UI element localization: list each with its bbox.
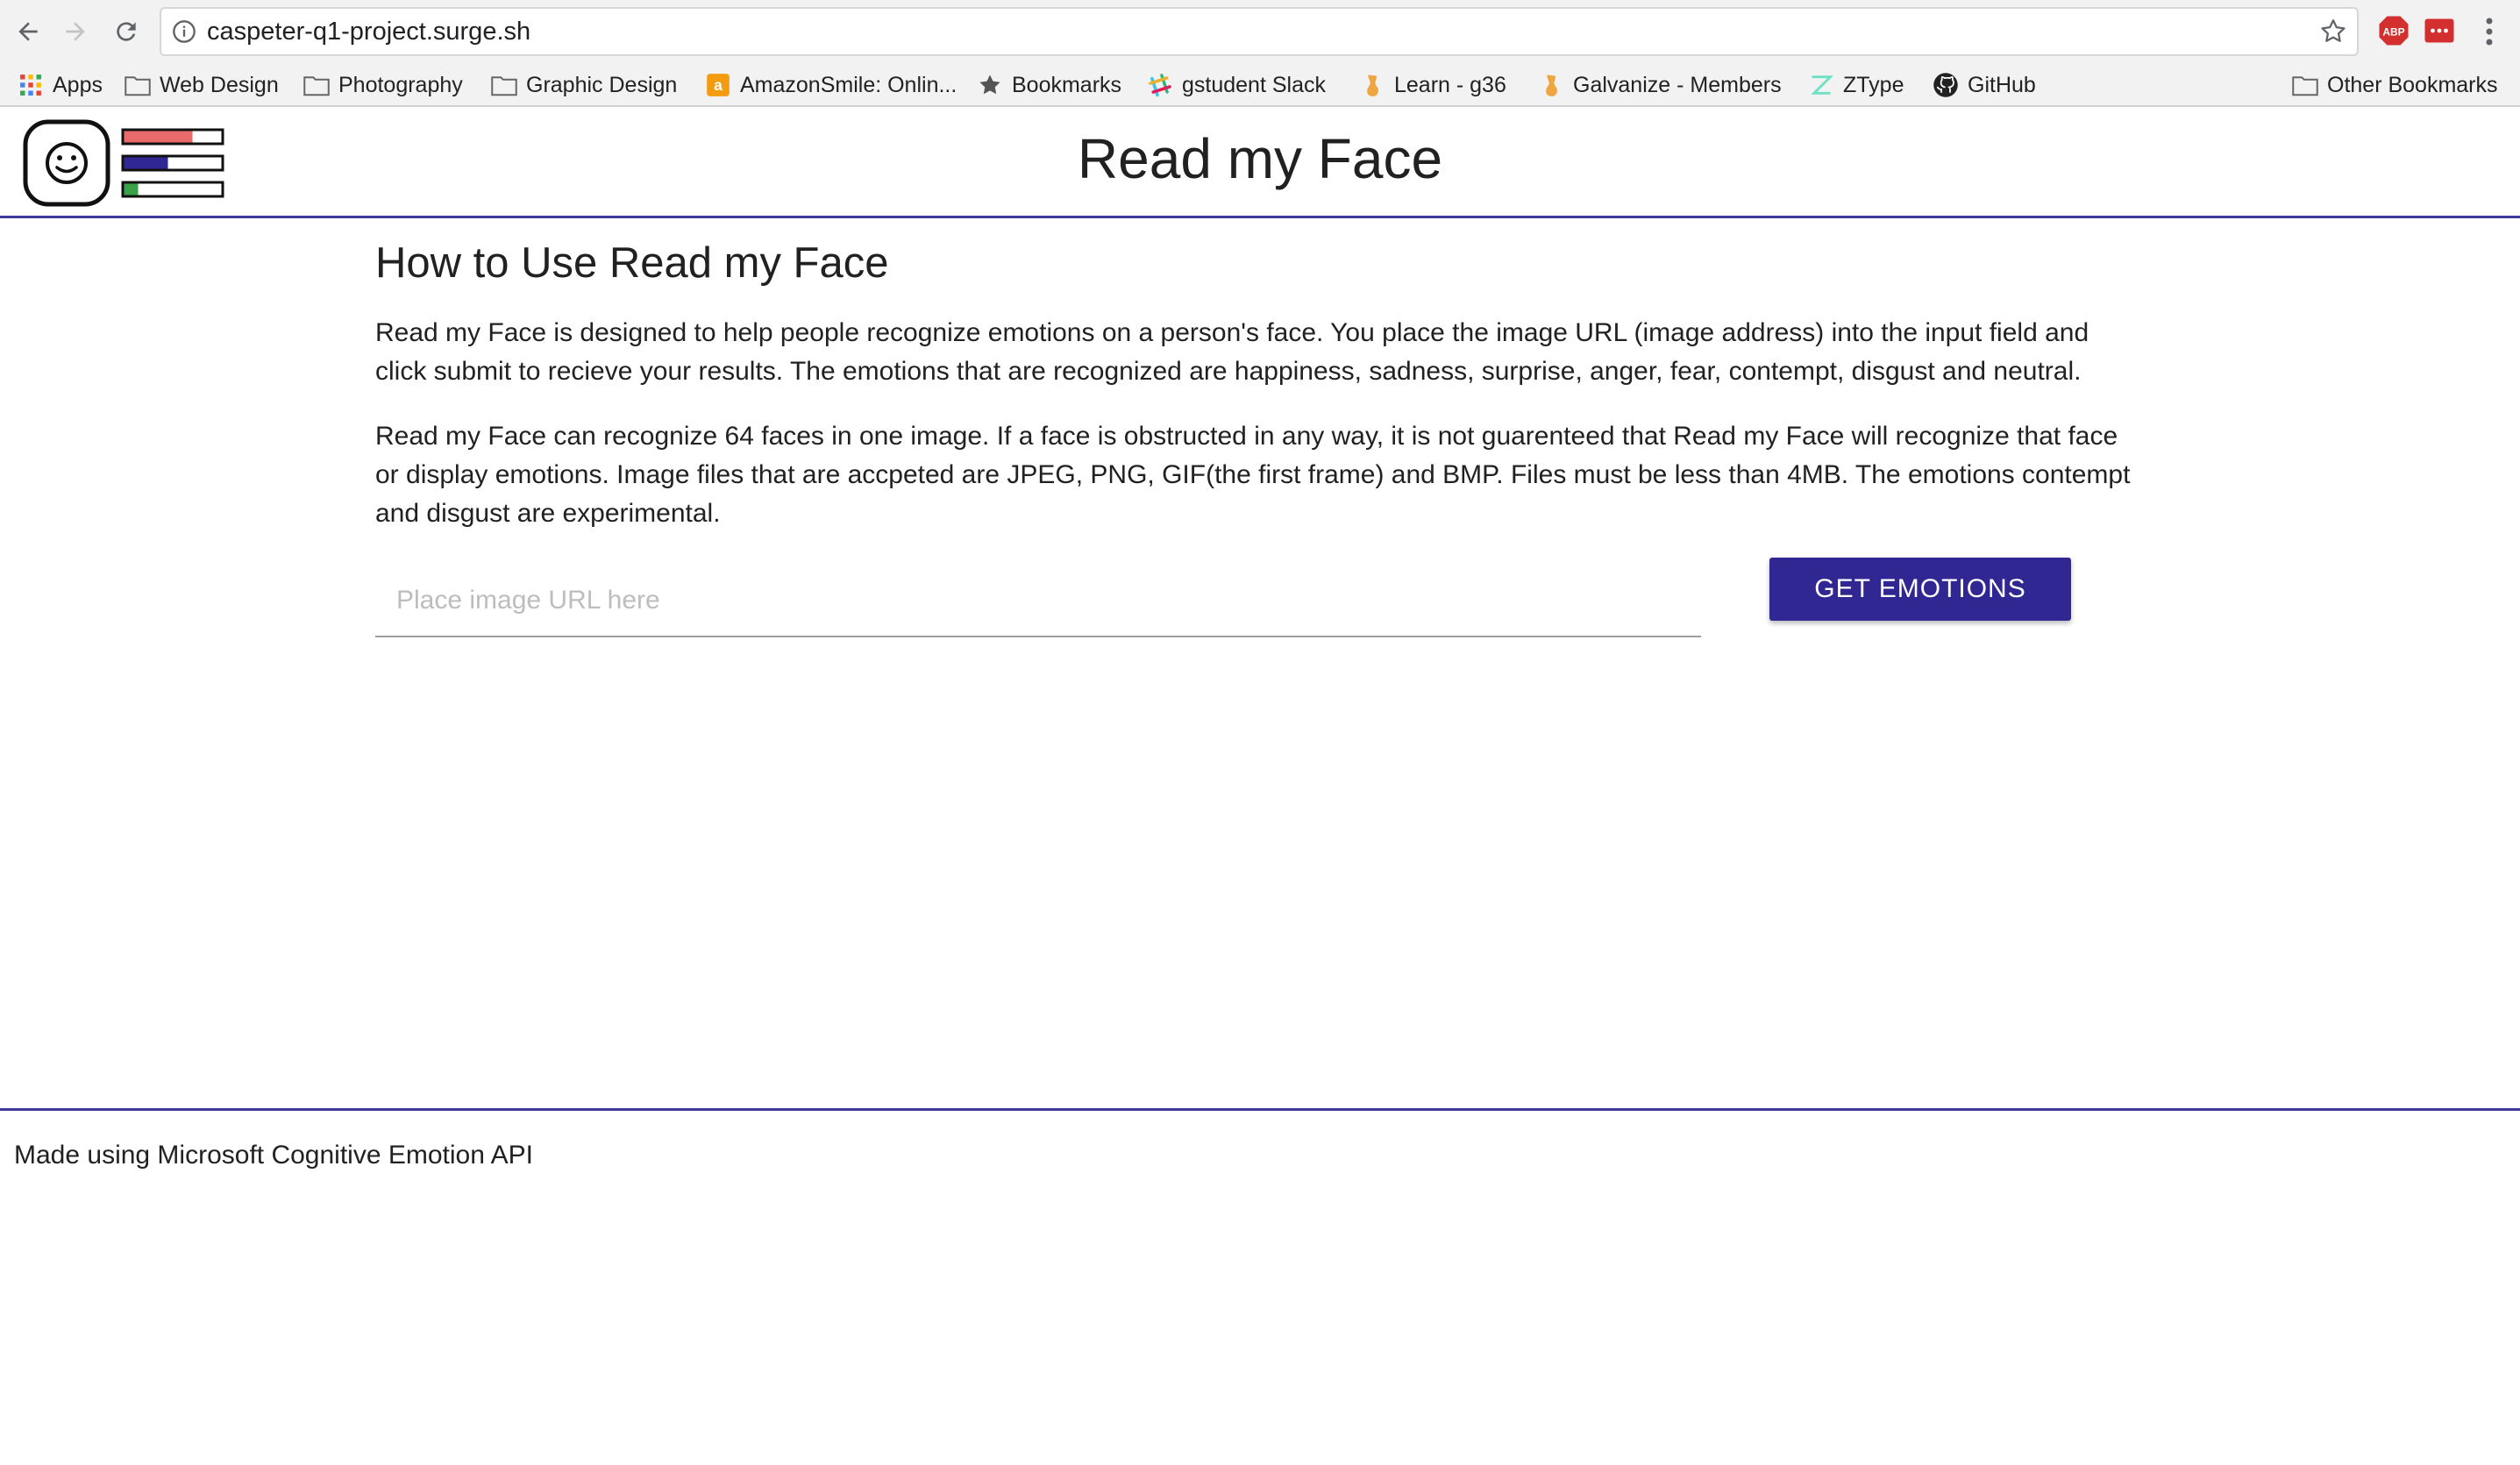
- bookmark-label: gstudent Slack: [1182, 72, 1326, 97]
- bookmark-learn-g36[interactable]: Learn - g36: [1359, 65, 1506, 105]
- ztype-icon: [1808, 72, 1834, 98]
- forward-arrow-icon: [66, 22, 85, 41]
- address-bar[interactable]: caspeter-q1-project.surge.sh: [160, 7, 2359, 56]
- reload-button[interactable]: [103, 9, 149, 54]
- lastpass-extension-icon[interactable]: [2424, 15, 2455, 46]
- footer-text: Made using Microsoft Cognitive Emotion A…: [14, 1141, 533, 1170]
- folder-icon: [2292, 72, 2318, 98]
- site-header: Read my Face: [0, 107, 2520, 218]
- bookmark-folder-photography[interactable]: Photography: [303, 65, 463, 105]
- slack-icon: [1147, 72, 1173, 98]
- bookmark-label: Graphic Design: [526, 72, 678, 97]
- bookmark-label: Web Design: [160, 72, 279, 97]
- bookmark-apps[interactable]: Apps: [18, 65, 103, 105]
- reload-icon: [117, 22, 136, 41]
- details-paragraph: Read my Face can recognize 64 faces in o…: [375, 422, 2131, 528]
- info-icon: [173, 20, 196, 43]
- bookmark-label: AmazonSmile: Onlin...: [740, 72, 957, 97]
- svg-text:ABP: ABP: [2382, 25, 2404, 38]
- galvanize-icon: [1359, 72, 1385, 98]
- back-arrow-icon: [18, 22, 38, 41]
- bookmark-label: Apps: [53, 72, 103, 97]
- browser-toolbar: caspeter-q1-project.surge.sh ABP: [0, 0, 2520, 65]
- bookmark-label: Bookmarks: [1012, 72, 1122, 97]
- bookmark-label: Galvanize - Members: [1573, 72, 1782, 97]
- url-text: caspeter-q1-project.surge.sh: [207, 18, 531, 46]
- bookmarks-bar: Apps Web Design Photography Graphic Desi…: [0, 65, 2520, 107]
- bookmark-github[interactable]: GitHub: [1933, 65, 2036, 105]
- bookmark-label: ZType: [1843, 72, 1904, 97]
- folder-icon: [303, 72, 330, 98]
- site-title: Read my Face: [1077, 127, 1443, 190]
- amazon-icon: a: [705, 72, 731, 98]
- bookmark-folder-web-design[interactable]: Web Design: [125, 65, 279, 105]
- github-icon: [1933, 72, 1959, 98]
- bookmark-label: GitHub: [1968, 72, 2036, 97]
- bookmark-folder-other[interactable]: Other Bookmarks: [2292, 65, 2498, 105]
- intro-paragraph: Read my Face is designed to help people …: [375, 318, 2089, 386]
- star-icon: [977, 72, 1003, 98]
- forward-button[interactable]: [53, 9, 98, 54]
- adblock-extension-icon[interactable]: ABP: [2378, 15, 2410, 46]
- get-emotions-button[interactable]: GET EMOTIONS: [1769, 558, 2071, 621]
- folder-icon: [491, 72, 517, 98]
- page-heading: How to Use Read my Face: [375, 239, 889, 287]
- bookmark-galvanize-members[interactable]: Galvanize - Members: [1538, 65, 1782, 105]
- bookmark-ztype[interactable]: ZType: [1808, 65, 1904, 105]
- svg-text:a: a: [714, 76, 723, 94]
- bookmark-label: Learn - g36: [1394, 72, 1506, 97]
- browser-menu-icon[interactable]: [2476, 12, 2502, 51]
- folder-icon: [125, 72, 151, 98]
- apps-grid-icon: [18, 72, 44, 98]
- bookmark-label: Photography: [338, 72, 463, 97]
- image-url-field: [375, 565, 1701, 637]
- bookmark-star-icon[interactable]: [2318, 17, 2348, 46]
- bookmark-gstudent-slack[interactable]: gstudent Slack: [1147, 65, 1326, 105]
- bookmark-amazonsmile[interactable]: a AmazonSmile: Onlin...: [705, 65, 957, 105]
- bookmark-label: Other Bookmarks: [2327, 72, 2498, 97]
- back-button[interactable]: [5, 9, 51, 54]
- bookmark-bookmarks[interactable]: Bookmarks: [977, 65, 1121, 105]
- main-content: How to Use Read my Face Read my Face is …: [375, 230, 2146, 533]
- image-url-input[interactable]: [375, 565, 1701, 627]
- galvanize-icon: [1538, 72, 1564, 98]
- site-footer: Made using Microsoft Cognitive Emotion A…: [0, 1108, 2520, 1465]
- bookmark-folder-graphic-design[interactable]: Graphic Design: [491, 65, 677, 105]
